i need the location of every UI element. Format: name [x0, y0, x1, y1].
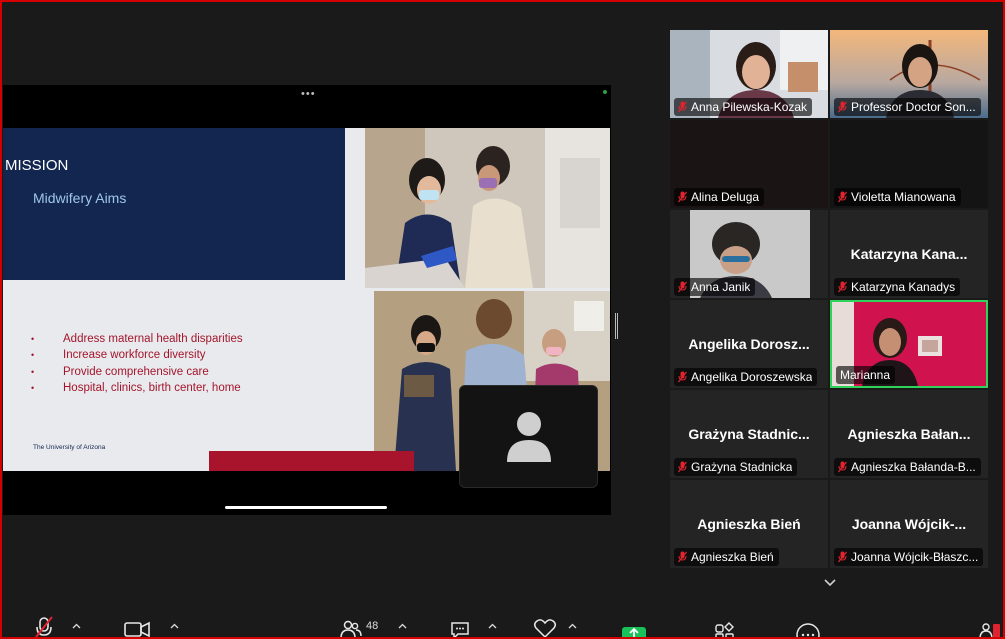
slide-bullet: • Hospital, clinics, birth center, home — [31, 381, 241, 394]
participant-tile[interactable]: Agnieszka Bień Agnieszka Bień — [670, 480, 828, 568]
participant-tile[interactable]: Angelika Dorosz... Angelika Doroszewska — [670, 300, 828, 388]
participant-tile[interactable]: Anna Janik — [670, 210, 828, 298]
participant-label: Professor Doctor Son... — [834, 98, 981, 116]
participant-label: Angelika Doroszewska — [674, 368, 818, 386]
participant-tile[interactable]: Agnieszka Bałan... Agnieszka Bałanda-B..… — [830, 390, 988, 478]
leave-meeting-icon[interactable] — [976, 615, 1002, 639]
participant-tile[interactable]: Violetta Mianowana — [830, 120, 988, 208]
panel-resize-handle[interactable] — [615, 313, 618, 339]
mic-muted-icon — [838, 461, 847, 473]
mic-muted-icon — [838, 281, 847, 293]
chat-icon[interactable] — [448, 615, 472, 639]
chevron-up-icon[interactable] — [488, 623, 497, 629]
participant-display-name: Agnieszka Bałan... — [847, 426, 971, 442]
participant-gallery: Anna Pilewska-Kozak Professor Doctor Son… — [670, 30, 990, 570]
mic-muted-icon — [838, 551, 847, 563]
participant-label: Violetta Mianowana — [834, 188, 961, 206]
meeting-stage: ••• MISSION Midwifery Aims • Address mat… — [0, 0, 1005, 607]
mic-muted-icon — [678, 371, 687, 383]
slide-bullet: • Address maternal health disparities — [31, 333, 243, 345]
participant-display-name: Grażyna Stadnic... — [688, 426, 810, 442]
participant-tile[interactable]: Professor Doctor Son... — [830, 30, 988, 118]
participant-display-name: Katarzyna Kana... — [850, 246, 968, 262]
chevron-up-icon[interactable] — [72, 623, 81, 629]
participant-tile[interactable]: Alina Deluga — [670, 120, 828, 208]
mic-muted-icon — [838, 191, 847, 203]
participant-tile[interactable]: Katarzyna Kana... Katarzyna Kanadys — [830, 210, 988, 298]
mic-muted-icon — [678, 461, 687, 473]
more-options-icon[interactable] — [796, 615, 820, 639]
slide-bullet: • Provide comprehensive care — [31, 365, 209, 378]
participants-count: 48 — [366, 620, 379, 632]
participant-tile[interactable]: Grażyna Stadnic... Grażyna Stadnicka — [670, 390, 828, 478]
participant-label: Agnieszka Bałanda-B... — [834, 458, 981, 476]
apps-icon[interactable] — [713, 615, 737, 639]
participant-label: Agnieszka Bień — [674, 548, 779, 566]
participant-label: Marianna — [836, 366, 896, 384]
participant-tile[interactable]: Anna Pilewska-Kozak — [670, 30, 828, 118]
slide-bullet-list: • Address maternal health disparities • In… — [31, 331, 243, 396]
slide-bullet: • Increase workforce diversity — [31, 349, 206, 362]
user-avatar-icon — [507, 412, 551, 462]
slide-subtitle: Midwifery Aims — [33, 190, 127, 206]
participant-tile[interactable]: Joanna Wójcik-... Joanna Wójcik-Błaszc..… — [830, 480, 988, 568]
participant-display-name: Joanna Wójcik-... — [851, 516, 967, 532]
mic-muted-icon — [678, 551, 687, 563]
participant-label: Grażyna Stadnicka — [674, 458, 798, 476]
mic-muted-icon — [678, 191, 687, 203]
share-options-icon[interactable]: ••• — [301, 88, 316, 100]
home-indicator-bar — [225, 506, 387, 509]
video-camera-icon[interactable] — [123, 615, 151, 639]
chevron-up-icon[interactable] — [398, 623, 407, 629]
participant-tile-active-speaker[interactable]: Marianna — [830, 300, 988, 388]
participants-icon[interactable] — [340, 615, 362, 639]
chevron-down-icon[interactable] — [823, 578, 837, 588]
slide-header-block: MISSION Midwifery Aims — [3, 128, 345, 280]
chevron-up-icon[interactable] — [170, 623, 179, 629]
chevron-up-icon[interactable] — [568, 623, 577, 629]
participant-label: Katarzyna Kanadys — [834, 278, 961, 296]
meeting-toolbar: 48 — [0, 607, 1005, 639]
participant-display-name: Agnieszka Bień — [697, 516, 801, 532]
mic-muted-icon — [678, 281, 687, 293]
self-view-tile[interactable] — [459, 385, 598, 488]
heart-reactions-icon[interactable] — [533, 615, 557, 639]
participant-label: Anna Janik — [674, 278, 756, 296]
participant-label: Anna Pilewska-Kozak — [674, 98, 813, 116]
slide-photo-training — [365, 128, 610, 288]
participant-display-name: Angelika Dorosz... — [688, 336, 810, 352]
slide-footer: The University of Arizona — [33, 444, 106, 451]
participant-label: Alina Deluga — [674, 188, 765, 206]
mic-muted-icon — [838, 101, 847, 113]
slide-red-bar — [209, 451, 414, 471]
mic-muted-icon — [678, 101, 687, 113]
slide-title: MISSION — [5, 157, 69, 174]
share-status-dot — [603, 90, 607, 94]
participant-label: Joanna Wójcik-Błaszc... — [834, 548, 984, 566]
share-screen-icon[interactable] — [621, 615, 647, 639]
mic-muted-icon[interactable] — [33, 615, 55, 639]
